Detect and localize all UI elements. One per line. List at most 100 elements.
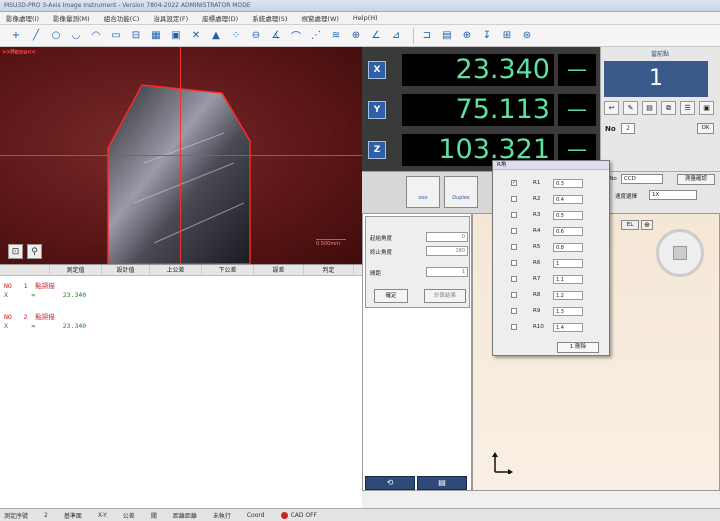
- r3-input[interactable]: 0.5: [553, 211, 583, 220]
- status-off[interactable]: 關: [151, 511, 157, 520]
- doc-icon[interactable]: ▤: [642, 101, 657, 115]
- dro-x-zero[interactable]: —: [558, 54, 596, 86]
- gap-input[interactable]: 1: [426, 267, 468, 277]
- r7-checkbox[interactable]: [511, 276, 517, 282]
- camera-view[interactable]: >>Menu<< 0.500mm ⊡ ⚲: [0, 47, 362, 264]
- camera-menu-label[interactable]: >>Menu<<: [2, 48, 36, 56]
- status-plane[interactable]: 基準面: [64, 511, 82, 520]
- menu-image[interactable]: 影像處理(I): [6, 13, 39, 23]
- start-angle-input[interactable]: 0: [426, 232, 468, 242]
- angle-confirm-button[interactable]: 確定: [374, 289, 408, 303]
- edit-icon[interactable]: ✎: [623, 101, 638, 115]
- menu-fixture[interactable]: 治具設定(F): [153, 13, 188, 23]
- function-button-2[interactable]: Duplex: [444, 176, 478, 208]
- status-tolerance[interactable]: 公差: [123, 511, 135, 520]
- dots-tool-icon[interactable]: ⁘: [228, 28, 244, 44]
- measure-confirm-button[interactable]: 測量確認: [677, 174, 715, 185]
- arc2-tool-icon[interactable]: ◠: [88, 28, 104, 44]
- layers-tool-icon[interactable]: ≋: [328, 28, 344, 44]
- r6-input[interactable]: 1: [553, 259, 583, 268]
- magnifier-icon[interactable]: ⚲: [27, 244, 42, 259]
- dro-y-zero[interactable]: —: [558, 94, 596, 126]
- r8-input[interactable]: 1.2: [553, 291, 583, 300]
- no-value[interactable]: 2: [621, 123, 635, 134]
- probe-tool-icon[interactable]: ↧: [479, 28, 495, 44]
- status-cad[interactable]: CAD OFF: [280, 511, 317, 519]
- el-tab[interactable]: EL: [621, 220, 639, 230]
- angle-tool-icon[interactable]: ∡: [268, 28, 284, 44]
- r10-checkbox[interactable]: [511, 324, 517, 330]
- curve-tool-icon[interactable]: ⌒: [288, 28, 304, 44]
- undo-icon[interactable]: ↩: [604, 101, 619, 115]
- r9-input[interactable]: 1.3: [553, 307, 583, 316]
- view-icon[interactable]: ⊕: [641, 220, 653, 230]
- menu-system[interactable]: 系統處理(S): [252, 13, 287, 23]
- status-coord[interactable]: Coord: [247, 512, 265, 519]
- zoom-fit-icon[interactable]: ⊡: [8, 244, 23, 259]
- r2-checkbox[interactable]: [511, 196, 517, 202]
- nav-center-square[interactable]: [673, 246, 687, 260]
- grid-tool-icon[interactable]: ▦: [148, 28, 164, 44]
- line-tool-icon[interactable]: ╱: [28, 28, 44, 44]
- chart-tool-icon[interactable]: ⊿: [388, 28, 404, 44]
- menu-coord[interactable]: 座標處理(D): [202, 13, 238, 23]
- r7-input[interactable]: 1.1: [553, 275, 583, 284]
- refresh-icon[interactable]: ⟲: [365, 476, 415, 490]
- point-tool-icon[interactable]: +: [8, 28, 24, 44]
- angle-result-button[interactable]: 計算結果: [424, 289, 466, 303]
- r1-input[interactable]: 0.3: [553, 179, 583, 188]
- r2-input[interactable]: 0.4: [553, 195, 583, 204]
- no-label: No: [605, 125, 616, 133]
- axis-y-button[interactable]: Y: [368, 101, 386, 119]
- result-row-2-title[interactable]: NO 2 點掃描: [4, 311, 55, 321]
- menu-help[interactable]: Help(H): [353, 14, 378, 22]
- split-tool-icon[interactable]: ⊖: [248, 28, 264, 44]
- menu-combine[interactable]: 組合功能(C): [104, 13, 140, 23]
- r5-input[interactable]: 0.8: [553, 243, 583, 252]
- r8-checkbox[interactable]: [511, 292, 517, 298]
- end-angle-input[interactable]: 180: [426, 246, 468, 256]
- menu-measure[interactable]: 影像量測(M): [53, 13, 90, 23]
- slot-tool-icon[interactable]: ⊟: [128, 28, 144, 44]
- cutting-tool-image: [107, 84, 251, 264]
- triangle-tool-icon[interactable]: ▲: [208, 28, 224, 44]
- r10-input[interactable]: 1.4: [553, 323, 583, 332]
- capture-tool-icon[interactable]: ▤: [439, 28, 455, 44]
- list-view-icon[interactable]: ▤: [417, 476, 467, 490]
- window-tool-icon[interactable]: ⊐: [419, 28, 435, 44]
- col-design: 設計值: [102, 265, 150, 275]
- speed-select[interactable]: 1X: [649, 190, 697, 200]
- circle-tool-icon[interactable]: ○: [48, 28, 64, 44]
- pno-select[interactable]: CCD: [621, 174, 663, 184]
- list-icon[interactable]: ☰: [680, 101, 695, 115]
- settings-tool-icon[interactable]: ⊛: [519, 28, 535, 44]
- axis-tool-icon[interactable]: ∠: [368, 28, 384, 44]
- axis-z-button[interactable]: Z: [368, 141, 386, 159]
- copy-icon[interactable]: ⧉: [661, 101, 676, 115]
- save-icon[interactable]: ▣: [699, 101, 714, 115]
- measure-tool-icon[interactable]: ⊕: [348, 28, 364, 44]
- ok-button[interactable]: OK: [697, 123, 714, 134]
- r6-checkbox[interactable]: [511, 260, 517, 266]
- navigation-circle[interactable]: [656, 229, 704, 277]
- rect-tool-icon[interactable]: ▭: [108, 28, 124, 44]
- arc-tool-icon[interactable]: ◡: [68, 28, 84, 44]
- status-xy[interactable]: X-Y: [98, 512, 107, 519]
- result-row-1-title[interactable]: NO 1 點掃描: [4, 280, 55, 290]
- status-distance[interactable]: 距離距離: [173, 511, 197, 520]
- axis-x-button[interactable]: X: [368, 61, 386, 79]
- function-button-1[interactable]: ooo: [406, 176, 440, 208]
- target-tool-icon[interactable]: ⊕: [459, 28, 475, 44]
- r9-checkbox[interactable]: [511, 308, 517, 314]
- r5-checkbox[interactable]: [511, 244, 517, 250]
- frame-tool-icon[interactable]: ▣: [168, 28, 184, 44]
- cross-tool-icon[interactable]: ✕: [188, 28, 204, 44]
- scan-tool-icon[interactable]: ⋰: [308, 28, 324, 44]
- r3-checkbox[interactable]: [511, 212, 517, 218]
- r1-checkbox[interactable]: ✓: [511, 180, 517, 186]
- r4-checkbox[interactable]: [511, 228, 517, 234]
- r4-input[interactable]: 0.6: [553, 227, 583, 236]
- menu-window[interactable]: 視窗處理(W): [301, 13, 339, 23]
- r-delete-button[interactable]: 1 刪除: [557, 342, 599, 353]
- table-tool-icon[interactable]: ⊞: [499, 28, 515, 44]
